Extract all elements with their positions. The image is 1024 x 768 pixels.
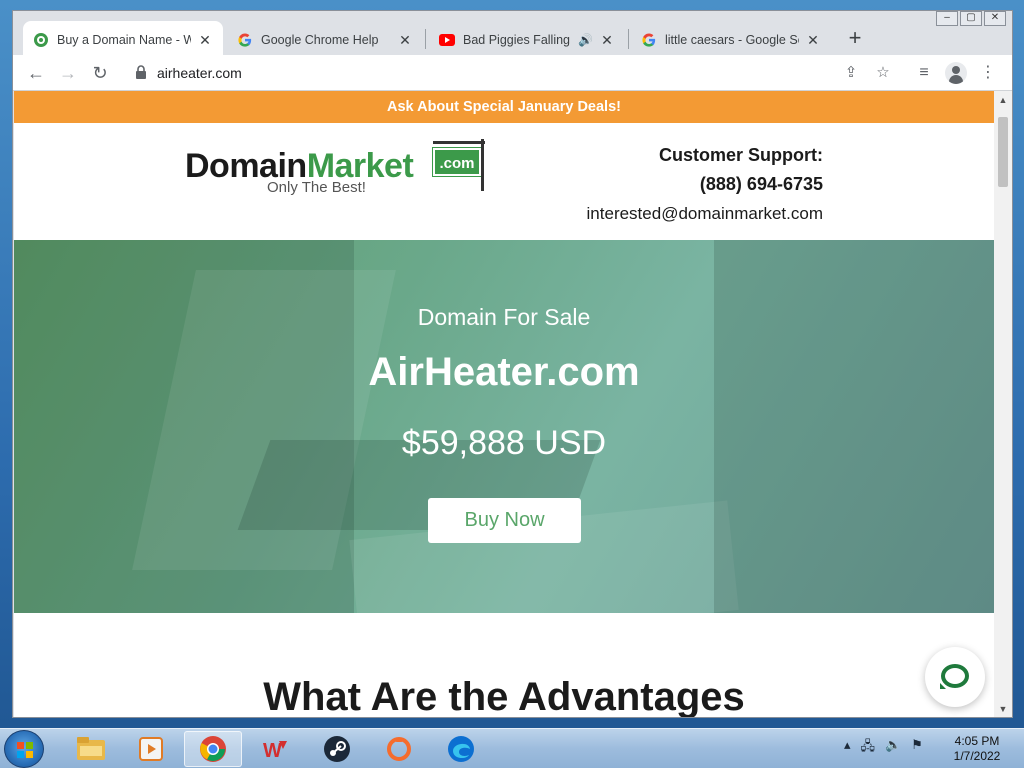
scroll-up-icon[interactable]: ▲ — [998, 95, 1008, 105]
show-hidden-icons-icon[interactable]: ▴ — [844, 737, 851, 759]
clock-date: 1/7/2022 — [953, 749, 1001, 763]
page-viewport: Ask About Special January Deals! DomainM… — [14, 91, 994, 718]
chrome-icon[interactable] — [184, 731, 242, 767]
advantages-heading: What Are the Advantages — [263, 675, 745, 718]
promo-banner[interactable]: Ask About Special January Deals! — [14, 91, 994, 123]
action-center-flag-icon[interactable]: ⚑ — [911, 737, 923, 759]
scroll-thumb[interactable] — [998, 117, 1008, 187]
share-icon[interactable]: ⇪ — [841, 63, 861, 83]
window-controls: ‒ ▢ ✕ — [936, 11, 1006, 26]
tab-domain-market[interactable]: Buy a Domain Name - Wo ✕ — [23, 21, 223, 59]
youtube-icon — [439, 32, 455, 48]
hero-section: Domain For Sale AirHeater.com $59,888 US… — [14, 240, 994, 613]
logo-signpost-arm — [433, 141, 485, 144]
page-scrollbar[interactable]: ▲ ▼ — [994, 91, 1012, 717]
google-g-icon — [641, 32, 657, 48]
tab-close-icon[interactable]: ✕ — [397, 32, 413, 48]
address-bar[interactable]: airheater.com ⇪ ☆ — [125, 59, 895, 87]
support-email[interactable]: interested@domainmarket.com — [587, 199, 823, 228]
hero-price: $59,888 USD — [401, 424, 607, 462]
media-player-icon[interactable] — [122, 731, 180, 767]
system-clock[interactable]: 4:05 PM 1/7/2022 — [940, 734, 1014, 764]
tab-strip: Buy a Domain Name - Wo ✕ Google Chrome H… — [13, 11, 1012, 59]
tab-little-caesars[interactable]: little caesars - Google Sea ✕ — [631, 21, 831, 59]
tab-chrome-help[interactable]: Google Chrome Help ✕ — [227, 21, 423, 59]
tab-separator — [425, 29, 426, 49]
explorer-icon[interactable] — [62, 731, 120, 767]
tab-bad-piggies[interactable]: Bad Piggies Falling Of 🔊 ✕ — [429, 21, 625, 59]
system-tray: ▴ 🖧 🔈 ⚑ — [844, 737, 923, 759]
network-icon[interactable]: 🖧 — [861, 737, 876, 759]
customer-support: Customer Support: (888) 694-6735 interes… — [587, 141, 823, 228]
windows-logo-icon — [17, 742, 33, 758]
svg-text:W: W — [263, 740, 282, 761]
volume-icon[interactable]: 🔈 — [885, 737, 901, 759]
chat-widget-button[interactable] — [925, 647, 985, 707]
minimize-button[interactable]: ‒ — [936, 11, 958, 26]
maximize-button[interactable]: ▢ — [960, 11, 982, 26]
support-label: Customer Support: — [659, 145, 823, 165]
scroll-down-icon[interactable]: ▼ — [998, 704, 1008, 714]
chat-bubble-tail — [940, 683, 946, 689]
hero-domain-name: AirHeater.com — [368, 350, 640, 394]
tab-close-icon[interactable]: ✕ — [197, 32, 213, 48]
tab-separator — [628, 29, 629, 49]
clock-time: 4:05 PM — [954, 734, 1000, 748]
lock-icon[interactable] — [135, 65, 149, 81]
buy-now-button[interactable]: Buy Now — [428, 498, 581, 543]
advantages-section: What Are the Advantages — [14, 613, 994, 718]
domainmarket-favicon-icon — [33, 32, 49, 48]
tab-title: Google Chrome Help — [261, 33, 379, 47]
wps-icon[interactable]: W — [246, 731, 304, 767]
forward-button[interactable]: → — [55, 60, 81, 86]
profile-avatar-icon[interactable] — [945, 62, 967, 84]
logo-signpost — [481, 139, 484, 191]
windows-taskbar: W ▴ 🖧 🔈 ⚑ 4:05 PM 1/7/2022 — [0, 728, 1024, 768]
logo-com-badge: .com — [432, 147, 482, 177]
tab-close-icon[interactable]: ✕ — [599, 32, 615, 48]
tab-title: Buy a Domain Name - Wo — [57, 33, 191, 47]
menu-kebab-icon[interactable]: ⋮ — [975, 60, 1001, 86]
tab-title: Bad Piggies Falling Of — [463, 33, 574, 47]
edge-icon[interactable] — [432, 731, 490, 767]
tab-title: little caesars - Google Sea — [665, 33, 799, 47]
steam-icon[interactable] — [308, 731, 366, 767]
google-g-icon — [237, 32, 253, 48]
reload-button[interactable]: ↻ — [87, 60, 113, 86]
url-text: airheater.com — [157, 65, 242, 81]
back-button[interactable]: ← — [23, 60, 49, 86]
bookmark-star-icon[interactable]: ☆ — [873, 63, 893, 83]
start-button[interactable] — [4, 730, 44, 768]
browser-window: Buy a Domain Name - Wo ✕ Google Chrome H… — [12, 10, 1013, 718]
media-control-icon[interactable]: ≡ — [911, 60, 937, 86]
logo-tagline: Only The Best! — [267, 179, 366, 196]
domainmarket-logo[interactable]: DomainMarket .com Only The Best! — [185, 139, 495, 199]
origin-icon[interactable] — [370, 731, 428, 767]
browser-toolbar: ← → ↻ airheater.com ⇪ ☆ ≡ ⋮ — [13, 55, 1012, 91]
hero-subtitle: Domain For Sale — [417, 304, 591, 330]
close-window-button[interactable]: ✕ — [984, 11, 1006, 26]
site-header: DomainMarket .com Only The Best! Custome… — [14, 123, 994, 240]
new-tab-button[interactable]: + — [841, 25, 869, 53]
support-phone[interactable]: (888) 694-6735 — [587, 170, 823, 199]
speaker-icon[interactable]: 🔊 — [578, 33, 593, 47]
tab-close-icon[interactable]: ✕ — [805, 32, 821, 48]
